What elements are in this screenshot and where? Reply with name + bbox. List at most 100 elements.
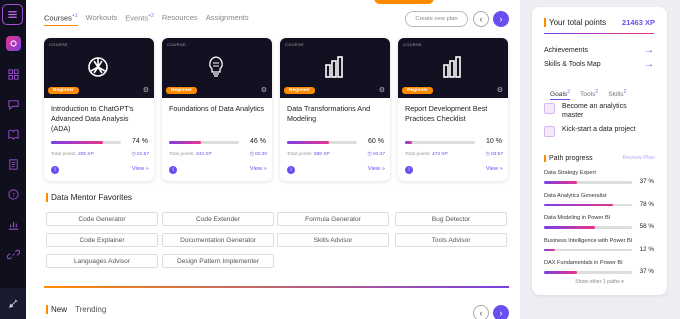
favorite-tool-button[interactable]: Documentation Generator [162,233,274,247]
book-icon[interactable] [3,124,23,144]
info-icon[interactable]: i [287,166,295,174]
points-title: Your total points [544,18,606,27]
tab-resources[interactable]: Resources [162,13,198,26]
progress-bar [405,141,475,144]
top-action-button[interactable] [374,0,434,4]
view-label: View [367,166,381,172]
carousel-prev-button-2[interactable]: ‹ [473,305,489,319]
create-plan-button[interactable]: Create new plan [405,11,468,27]
course-meta: Total points: 588 XP ◷ 04:47 [287,152,385,157]
tab-tools[interactable]: Tools2 [580,89,598,100]
goal-icon [544,103,555,114]
progress-bar [51,141,121,144]
favorite-tool-button[interactable]: Bug Detector [395,212,507,226]
view-course-link[interactable]: View » [486,166,503,172]
path-progress-fill [544,203,613,206]
arrow-right-icon: → [644,59,654,70]
chat-icon[interactable] [3,94,23,114]
course-meta: Total points: 208 XP ◷ 01:57 [51,152,149,157]
tab-new[interactable]: New [46,305,67,314]
path-item[interactable]: Data Strategy Expert 37 % [544,170,654,185]
favorite-tool-button[interactable]: Design Pattern Implementer [162,254,274,268]
course-card[interactable]: COURSE Beginner ⚙ Foundations of Data Analy… [162,38,272,181]
clock-icon: ◷ [367,152,373,157]
chart-icon[interactable] [3,214,23,234]
link-icon[interactable] [3,244,23,264]
path-name: DAX Fundamentals in Power BI [544,260,623,266]
path-item[interactable]: Data Modeling in Power BI 58 % [544,215,654,230]
goal-label: Kick-start a data project [562,126,636,133]
course-card[interactable]: COURSE Beginner ⚙ Data Transformations And … [280,38,390,181]
double-chevron-right-icon: » [262,166,267,172]
course-type-label: COURSE [49,42,68,47]
logo-icon[interactable] [3,33,23,53]
course-type-label: COURSE [403,42,422,47]
skills-map-link[interactable]: Skills & Tools Map → [544,59,654,70]
settings-icon[interactable]: ⚙ [379,86,385,94]
favorite-tool-button[interactable]: Tools Advisor [395,233,507,247]
favorite-tool-button[interactable]: Skills Advisor [277,233,389,247]
tab-goals[interactable]: Goals2 [550,89,571,101]
info-icon[interactable]: i [51,166,59,174]
view-course-link[interactable]: View » [250,166,267,172]
chevron-down-icon: ▾ [621,279,624,285]
show-other-paths-link[interactable]: Show other 1 paths ▾ [532,279,667,285]
settings-icon[interactable]: ⚙ [261,86,267,94]
path-percent: 78 % [639,200,654,208]
document-icon[interactable] [3,154,23,174]
tab-label: Workouts [85,13,118,22]
tab-trending[interactable]: Trending [75,305,106,314]
tab-events[interactable]: Events+2 [125,13,154,26]
info-icon[interactable]: i [169,166,177,174]
level-badge: Beginner [166,87,197,94]
favorite-tool-button[interactable]: Code Extender [162,212,274,226]
menu-icon[interactable] [2,4,23,25]
favorite-tool-button[interactable]: Formula Generator [277,212,389,226]
carousel-next-button[interactable]: › [493,11,509,27]
favorite-tool-button[interactable]: Code Explainer [46,233,158,247]
settings-icon[interactable] [3,293,23,313]
tab-courses[interactable]: Courses+1 [44,13,78,26]
path-progress-fill [544,248,555,251]
carousel-prev-button[interactable]: ‹ [473,11,489,27]
course-card[interactable]: COURSE Beginner ⚙ Report Development Best P… [398,38,508,181]
dashboard-icon[interactable] [3,64,23,84]
tab-workouts[interactable]: Workouts [86,13,118,26]
course-title: Report Development Best Practices Checkl… [405,104,488,123]
favorite-tool-button[interactable]: Code Generator [46,212,158,226]
path-percent: 37 % [639,268,654,275]
points-value: 588 XP [313,152,330,157]
view-label: View [485,166,499,172]
tab-label: Assignments [205,13,249,22]
view-course-link[interactable]: View » [132,166,149,172]
course-card[interactable]: COURSE Beginner ⚙ Introduction to ChatGPT's… [44,38,154,181]
achievements-link[interactable]: Achievements → [544,45,654,56]
info-icon[interactable]: i [405,166,413,174]
tab-count: +1 [71,13,78,19]
path-item[interactable]: DAX Fundamentals in Power BI 37 % [544,260,654,275]
course-type-label: COURSE [167,42,186,47]
path-item[interactable]: Data Analytics Generalist 78 % [544,193,654,208]
tab-count: 2 [623,89,627,95]
help-icon[interactable]: ? [3,184,23,204]
course-meta: Total points: 244 XP ◷ 02:30 [169,152,267,157]
path-progress-bar [544,271,632,274]
tab-assignments[interactable]: Assignments [206,13,249,26]
view-label: View [249,166,263,172]
main-content: Courses+1 Workouts Events+2 Resources Assign… [26,0,520,319]
carousel-next-button-2[interactable]: › [493,305,509,319]
path-item[interactable]: Business Intelligence with Power BI 12 % [544,238,654,253]
favorite-tool-button[interactable]: Languages Advisor [46,254,158,268]
view-course-link[interactable]: View » [368,166,385,172]
tab-skills[interactable]: Skills2 [608,89,626,100]
progress-fill [287,141,329,144]
section-divider [44,286,509,288]
settings-icon[interactable]: ⚙ [143,86,149,94]
review-plan-link[interactable]: Review Plan [623,155,655,161]
tab-label: Tools [580,91,596,99]
clock-icon: ◷ [131,152,137,157]
settings-icon[interactable]: ⚙ [497,86,503,94]
tab-label: Skills [608,91,624,99]
course-duration: ◷ 04:47 [367,152,385,157]
svg-text:?: ? [12,192,15,198]
